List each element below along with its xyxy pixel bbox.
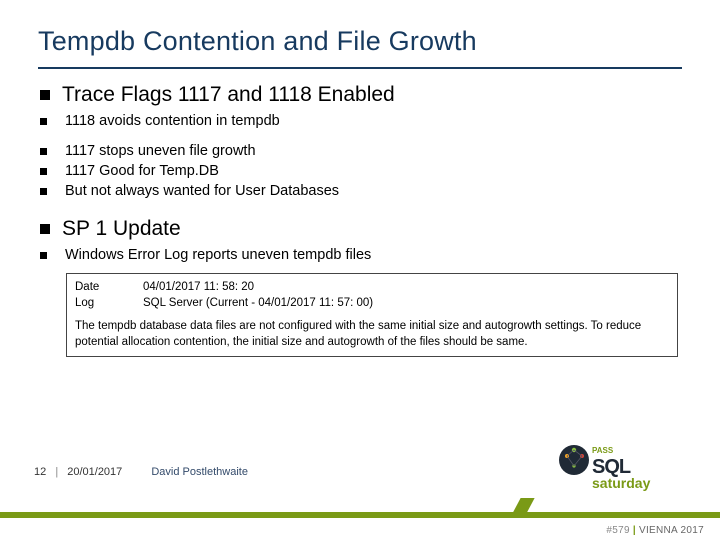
logo-brand-saturday: saturday	[592, 475, 651, 491]
footer-presenter: David Postlethwaite	[151, 466, 248, 478]
log-row-date: Date 04/01/2017 11: 58: 20	[75, 280, 669, 296]
log-row-log: Log SQL Server (Current - 04/01/2017 11:…	[75, 296, 669, 312]
footer-meta: 12 | 20/01/2017 David Postlethwaite	[34, 466, 248, 478]
footer-separator: |	[55, 466, 58, 478]
logo-brand-pass: PASS	[592, 446, 614, 455]
bullet-square-icon	[40, 168, 47, 175]
list-item-text: 1118 avoids contention in tempdb	[65, 113, 280, 129]
list-item: Windows Error Log reports uneven tempdb …	[38, 247, 682, 263]
log-key-date: Date	[75, 280, 143, 296]
list-item: 1117 stops uneven file growth	[38, 143, 682, 159]
section-heading-1: Trace Flags 1117 and 1118 Enabled	[38, 83, 682, 107]
event-city: VIENNA 2017	[639, 525, 704, 536]
section-heading-2-text: SP 1 Update	[62, 217, 181, 241]
list-item-text: 1117 stops uneven file growth	[65, 143, 256, 159]
log-note: The tempdb database data files are not c…	[75, 319, 669, 350]
bullet-square-icon	[40, 188, 47, 195]
bullet-square-icon	[40, 118, 47, 125]
log-val-log: SQL Server (Current - 04/01/2017 11: 57:…	[143, 296, 669, 312]
list-item: 1117 Good for Temp.DB	[38, 163, 682, 179]
page-number: 12	[34, 466, 46, 478]
log-val-date: 04/01/2017 11: 58: 20	[143, 280, 669, 296]
bullet-square-icon	[40, 148, 47, 155]
bullet-square-icon	[40, 252, 47, 259]
content-area: Tempdb Contention and File Growth Trace …	[0, 0, 720, 357]
event-tag: #579 |VIENNA 2017	[606, 525, 704, 536]
list-item: 1118 avoids contention in tempdb	[38, 113, 682, 129]
slide-root: Tempdb Contention and File Growth Trace …	[0, 0, 720, 540]
footer-accent-bar	[0, 512, 720, 518]
list-item: But not always wanted for User Databases	[38, 183, 682, 199]
list-item-text: But not always wanted for User Databases	[65, 183, 339, 199]
slide-title: Tempdb Contention and File Growth	[38, 26, 682, 57]
sql-saturday-logo: PASS SQL saturday	[552, 436, 702, 496]
log-key-log: Log	[75, 296, 143, 312]
title-divider	[38, 67, 682, 69]
list-item-text: Windows Error Log reports uneven tempdb …	[65, 247, 371, 263]
event-number: #579	[606, 525, 629, 536]
section-heading-1-text: Trace Flags 1117 and 1118 Enabled	[62, 83, 395, 107]
footer-date: 20/01/2017	[67, 466, 122, 478]
bullet-square-icon	[40, 90, 50, 100]
list-item-text: 1117 Good for Temp.DB	[65, 163, 219, 179]
section-heading-2: SP 1 Update	[38, 217, 682, 241]
event-bar-icon: |	[633, 525, 636, 536]
footer: 12 | 20/01/2017 David Postlethwaite PASS…	[0, 456, 720, 518]
log-box: Date 04/01/2017 11: 58: 20 Log SQL Serve…	[66, 273, 678, 357]
bullet-square-icon	[40, 224, 50, 234]
